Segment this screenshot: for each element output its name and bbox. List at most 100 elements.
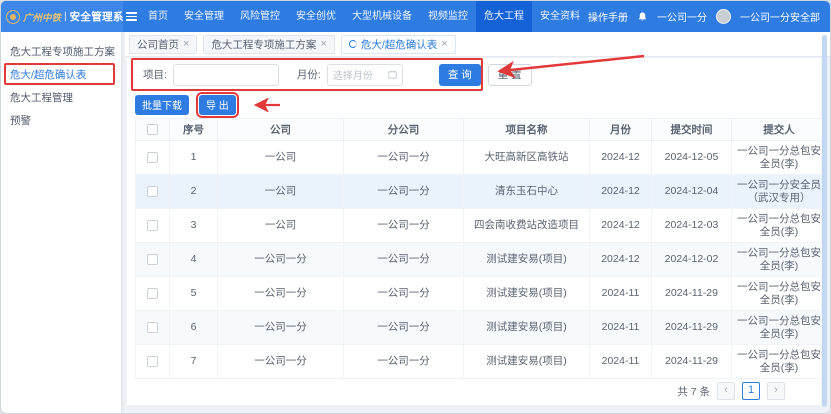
batch-download-button[interactable]: 批量下载 xyxy=(135,95,189,115)
row-checkbox[interactable] xyxy=(147,288,158,299)
prev-page-button[interactable]: ‹ xyxy=(717,382,735,400)
tab-confirm-table[interactable]: 危大/超危确认表 × xyxy=(341,35,456,54)
nav-large-machinery[interactable]: 大型机械设备 xyxy=(344,1,420,32)
top-header: 广州中铁 | 安全管理系统 首页 安全管理 风险管控 安全创优 大型机械设备 视… xyxy=(1,1,830,32)
tab-label: 危大工程专项施工方案 xyxy=(211,37,316,52)
reset-button[interactable]: 重 置 xyxy=(488,64,532,86)
nav-major-project[interactable]: 危大工程 xyxy=(476,1,532,32)
cell-month: 2024-12 xyxy=(590,175,652,209)
project-input[interactable] xyxy=(173,64,279,86)
close-icon[interactable]: × xyxy=(441,39,447,50)
menu-collapse-icon[interactable] xyxy=(123,1,140,32)
cell-submitter: 一公司一分安全员（武汉专用） xyxy=(732,175,827,209)
cell-no: 5 xyxy=(170,277,218,311)
cell-submit_time: 2024-11-29 xyxy=(652,311,732,345)
close-icon[interactable]: × xyxy=(320,39,326,50)
row-checkbox[interactable] xyxy=(147,186,158,197)
manual-link[interactable]: 操作手册 xyxy=(588,9,628,24)
cell-month: 2024-11 xyxy=(590,345,652,379)
col-header-branch: 分公司 xyxy=(344,119,464,141)
nav-home[interactable]: 首页 xyxy=(140,1,176,32)
cell-branch: 一公司一分 xyxy=(344,175,464,209)
checkbox-cell xyxy=(136,175,170,209)
month-label: 月份: xyxy=(297,67,321,82)
row-checkbox[interactable] xyxy=(147,220,158,231)
table-row[interactable]: 1一公司一公司一分大旺高新区高铁站2024-122024-12-05一公司一分总… xyxy=(136,141,827,175)
bell-icon[interactable] xyxy=(637,11,648,23)
table-row[interactable]: 6一公司一分一公司一分测试建安易(项目)2024-112024-11-29一公司… xyxy=(136,311,827,345)
cell-month: 2024-12 xyxy=(590,141,652,175)
row-checkbox[interactable] xyxy=(147,322,158,333)
cell-branch: 一公司一分 xyxy=(344,311,464,345)
cell-company: 一公司 xyxy=(218,141,344,175)
cell-branch: 一公司一分 xyxy=(344,141,464,175)
sidebar-item-confirm-table[interactable]: 危大/超危确认表 xyxy=(1,64,121,87)
nav-safety-management[interactable]: 安全管理 xyxy=(176,1,232,32)
nav-safety-excellence[interactable]: 安全创优 xyxy=(288,1,344,32)
nav-safety-docs[interactable]: 安全资料 xyxy=(532,1,588,32)
cell-submit_time: 2024-12-02 xyxy=(652,243,732,277)
sidebar-item-special-plan[interactable]: 危大工程专项施工方案 xyxy=(1,41,121,64)
cell-submitter: 一公司一分总包安全员(李) xyxy=(732,277,827,311)
org-select[interactable]: 一公司一分 xyxy=(657,9,707,24)
cell-no: 2 xyxy=(170,175,218,209)
app-window: 广州中铁 | 安全管理系统 首页 安全管理 风险管控 安全创优 大型机械设备 视… xyxy=(0,0,831,414)
cell-branch: 一公司一分 xyxy=(344,243,464,277)
cell-submitter: 一公司一分总包安全员(李) xyxy=(732,209,827,243)
nav-video-monitor[interactable]: 视频监控 xyxy=(420,1,476,32)
close-icon[interactable]: × xyxy=(183,39,189,50)
table-row[interactable]: 3一公司一公司一分四会南收费站改造项目2024-122024-12-03一公司一… xyxy=(136,209,827,243)
calendar-icon xyxy=(388,70,397,79)
checkbox-cell xyxy=(136,141,170,175)
select-all-checkbox[interactable] xyxy=(147,124,158,135)
col-header-month: 月份 xyxy=(590,119,652,141)
export-button[interactable]: 导 出 xyxy=(199,95,236,115)
table-row[interactable]: 4一公司一分一公司一分测试建安易(项目)2024-122024-12-02一公司… xyxy=(136,243,827,277)
col-header-submitter: 提交人 xyxy=(732,119,827,141)
cell-month: 2024-12 xyxy=(590,209,652,243)
header-right: 操作手册 一公司一分 一公司一分安全部 xyxy=(588,1,830,32)
top-nav: 首页 安全管理 风险管控 安全创优 大型机械设备 视频监控 危大工程 安全资料 xyxy=(140,1,588,32)
sidebar-item-warning[interactable]: 预警 xyxy=(1,110,121,133)
tab-label: 公司首页 xyxy=(137,37,179,52)
tab-company-home[interactable]: 公司首页 × xyxy=(129,35,197,54)
col-header-submit-time: 提交时间 xyxy=(652,119,732,141)
cell-project: 大旺高新区高铁站 xyxy=(464,141,590,175)
table-row[interactable]: 7一公司一分一公司一分测试建安易(项目)2024-112024-11-29一公司… xyxy=(136,345,827,379)
logo-text: 广州中铁 xyxy=(23,10,61,24)
cell-submitter: 一公司一分总包安全员(李) xyxy=(732,345,827,379)
cell-submit_time: 2024-11-29 xyxy=(652,277,732,311)
table-row[interactable]: 2一公司一公司一分清东玉石中心2024-122024-12-04一公司一分安全员… xyxy=(136,175,827,209)
tab-label: 危大/超危确认表 xyxy=(361,37,437,52)
next-page-button[interactable]: › xyxy=(767,382,785,400)
filter-bar: 项目: 月份: 选择月份 查 询 重 置 xyxy=(135,58,813,91)
cell-company: 一公司一分 xyxy=(218,243,344,277)
col-header-company: 公司 xyxy=(218,119,344,141)
table-body: 1一公司一公司一分大旺高新区高铁站2024-122024-12-05一公司一分总… xyxy=(136,141,827,379)
cell-no: 4 xyxy=(170,243,218,277)
user-name: 一公司一分安全部 xyxy=(740,9,820,24)
row-checkbox[interactable] xyxy=(147,356,158,367)
table-row[interactable]: 5一公司一分一公司一分测试建安易(项目)2024-112024-11-29一公司… xyxy=(136,277,827,311)
cell-submit_time: 2024-12-04 xyxy=(652,175,732,209)
cell-project: 测试建安易(项目) xyxy=(464,243,590,277)
content-card: 项目: 月份: 选择月份 查 询 重 置 批量下载 导 出 xyxy=(127,58,821,405)
cell-project: 测试建安易(项目) xyxy=(464,311,590,345)
cell-company: 一公司一分 xyxy=(218,345,344,379)
toolbar: 批量下载 导 出 xyxy=(135,91,813,118)
sidebar-item-project-management[interactable]: 危大工程管理 xyxy=(1,87,121,110)
cell-submit_time: 2024-11-29 xyxy=(652,345,732,379)
avatar[interactable] xyxy=(716,9,731,24)
select-all-cell xyxy=(136,119,170,141)
page-number-1[interactable]: 1 xyxy=(742,382,760,400)
tab-special-plan[interactable]: 危大工程专项施工方案 × xyxy=(203,35,334,54)
cell-no: 3 xyxy=(170,209,218,243)
row-checkbox[interactable] xyxy=(147,152,158,163)
search-button[interactable]: 查 询 xyxy=(439,64,481,86)
cell-project: 四会南收费站改造项目 xyxy=(464,209,590,243)
vertical-scrollbar[interactable] xyxy=(822,35,827,407)
row-checkbox[interactable] xyxy=(147,254,158,265)
month-picker[interactable]: 选择月份 xyxy=(327,64,403,86)
nav-risk-control[interactable]: 风险管控 xyxy=(232,1,288,32)
month-placeholder: 选择月份 xyxy=(333,67,373,82)
